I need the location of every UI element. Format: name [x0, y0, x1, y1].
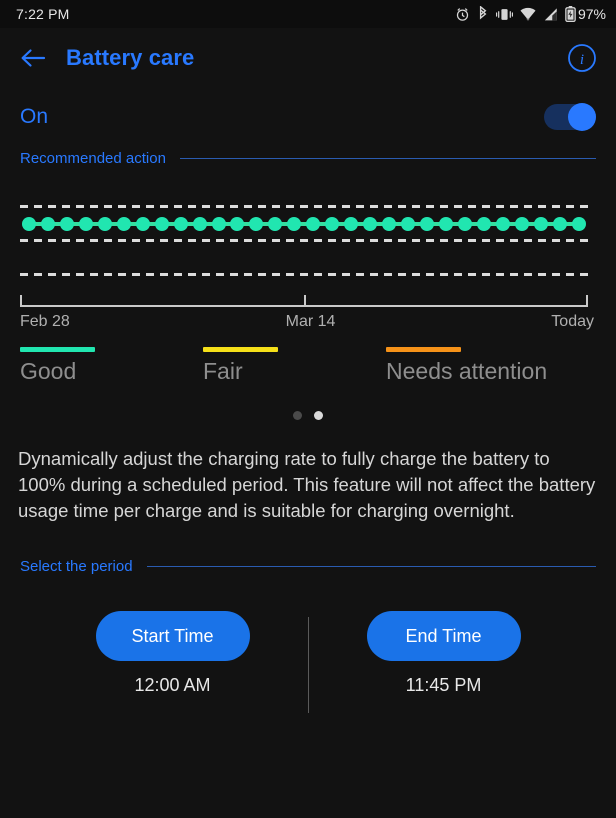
- chart-data-point: [211, 217, 226, 231]
- chart-axis-labels: Feb 28 Mar 14 Today: [20, 313, 594, 331]
- end-time-button[interactable]: End Time: [366, 611, 521, 661]
- chart-gridline-middle: [20, 239, 588, 242]
- vibrate-icon: [495, 7, 513, 22]
- chart-data-point: [476, 217, 491, 231]
- wifi-icon: [520, 7, 536, 22]
- end-time-column: End Time 11:45 PM: [309, 611, 579, 721]
- chart-series-good: [22, 216, 586, 232]
- start-time-column: Start Time 12:00 AM: [38, 611, 308, 721]
- page-indicator-dot[interactable]: [314, 411, 323, 420]
- chart-data-point: [457, 217, 472, 231]
- chart-data-point: [571, 217, 586, 231]
- start-time-value: 12:00 AM: [134, 675, 211, 695]
- legend-label-needs-attention: Needs attention: [386, 358, 548, 384]
- battery-icon: [565, 6, 576, 22]
- chart-gridline-bottom: [20, 273, 588, 276]
- chart-axis-tick-start: [20, 295, 22, 307]
- chart-data-point: [344, 217, 359, 231]
- cellular-signal-icon: [543, 7, 558, 22]
- chart-data-point: [97, 217, 112, 231]
- chart-data-point: [59, 217, 74, 231]
- chart-data-point: [325, 217, 340, 231]
- legend-swatch-fair: [203, 347, 278, 352]
- toggle-state-label: On: [20, 105, 49, 128]
- back-arrow-icon[interactable]: [18, 43, 48, 73]
- chart-x-axis: [20, 295, 588, 311]
- start-time-button[interactable]: Start Time: [95, 611, 250, 661]
- page-indicator-dot[interactable]: [293, 411, 302, 420]
- chart-data-point: [401, 217, 416, 231]
- chart-axis-tick-middle: [304, 295, 306, 307]
- end-time-value: 11:45 PM: [405, 675, 482, 695]
- battery-care-toggle-row: On: [0, 88, 616, 136]
- section-header-rule: [179, 158, 596, 159]
- chart-data-point: [230, 217, 245, 231]
- status-bar-icons: [455, 6, 576, 22]
- section-header-rule: [146, 566, 596, 567]
- legend-item-needs-attention: Needs attention: [386, 347, 547, 385]
- svg-text:i: i: [580, 52, 584, 68]
- status-bar: 7:22 PM 97%: [0, 0, 616, 28]
- status-bar-time: 7:22 PM: [16, 6, 70, 22]
- chart-legend: Good Fair Needs attention: [0, 347, 616, 385]
- chart-data-point: [287, 217, 302, 231]
- page-title: Battery care: [66, 45, 195, 70]
- legend-item-good: Good: [20, 347, 203, 385]
- chart-data-point: [363, 217, 378, 231]
- feature-description: Dynamically adjust the charging rate to …: [18, 448, 596, 521]
- chart-data-point: [306, 217, 321, 231]
- section-header-label: Recommended action: [20, 150, 166, 167]
- battery-status-chart: Feb 28 Mar 14 Today: [0, 195, 616, 343]
- alarm-icon: [455, 7, 470, 22]
- chart-data-point: [78, 217, 93, 231]
- legend-label-good: Good: [20, 358, 77, 384]
- chart-data-point: [154, 217, 169, 231]
- carousel-page-indicator[interactable]: [0, 411, 616, 420]
- chart-data-point: [268, 217, 283, 231]
- chart-data-point: [533, 217, 548, 231]
- legend-swatch-good: [20, 347, 95, 352]
- chart-data-point: [438, 217, 453, 231]
- chart-data-point: [116, 217, 131, 231]
- legend-swatch-needs-attention: [386, 347, 461, 352]
- app-bar: Battery care i: [0, 28, 616, 88]
- chart-data-point: [173, 217, 188, 231]
- battery-care-switch[interactable]: [544, 103, 596, 131]
- chart-data-point: [514, 217, 529, 231]
- chart-data-point: [135, 217, 150, 231]
- chart-data-point: [382, 217, 397, 231]
- section-header-label: Select the period: [20, 558, 133, 575]
- chart-axis-tick-end: [586, 295, 588, 307]
- info-icon[interactable]: i: [566, 42, 598, 74]
- bluetooth-icon: [477, 6, 489, 22]
- chart-data-point: [192, 217, 207, 231]
- section-header-select-the-period: Select the period: [0, 558, 616, 575]
- chart-plot-area: [20, 195, 588, 291]
- switch-thumb: [568, 103, 596, 131]
- chart-data-point: [420, 217, 435, 231]
- chart-data-point: [495, 217, 510, 231]
- chart-data-point: [22, 217, 36, 231]
- chart-data-point: [552, 217, 567, 231]
- period-selector-row: Start Time 12:00 AM End Time 11:45 PM: [0, 611, 616, 721]
- chart-axis-label-end: Today: [551, 313, 594, 330]
- chart-axis-label-start: Feb 28: [20, 313, 70, 330]
- legend-label-fair: Fair: [203, 358, 243, 384]
- legend-item-fair: Fair: [203, 347, 386, 385]
- section-header-recommended-action: Recommended action: [0, 150, 616, 167]
- battery-percent-label: 97%: [577, 6, 606, 22]
- chart-axis-label-middle: Mar 14: [285, 313, 336, 330]
- chart-data-point: [249, 217, 264, 231]
- chart-data-point: [40, 217, 55, 231]
- chart-gridline-top: [20, 205, 588, 208]
